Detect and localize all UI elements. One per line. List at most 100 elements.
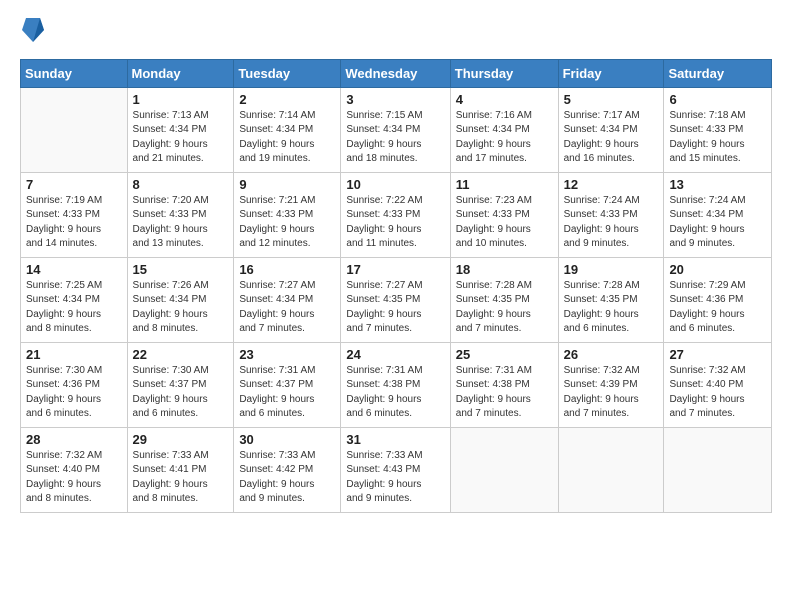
day-info: Sunrise: 7:25 AM Sunset: 4:34 PM Dayligh… xyxy=(26,279,122,337)
day-info: Sunrise: 7:19 AM Sunset: 4:33 PM Dayligh… xyxy=(26,194,122,252)
calendar-cell: 15 Sunrise: 7:26 AM Sunset: 4:34 PM Dayli… xyxy=(127,257,234,342)
day-number: 15 xyxy=(133,262,229,277)
calendar-cell: 23 Sunrise: 7:31 AM Sunset: 4:37 PM Dayli… xyxy=(234,342,341,427)
day-info: Sunrise: 7:32 AM Sunset: 4:40 PM Dayligh… xyxy=(669,364,766,422)
calendar-cell: 14 Sunrise: 7:25 AM Sunset: 4:34 PM Dayli… xyxy=(21,257,128,342)
day-number: 9 xyxy=(239,177,335,192)
day-info: Sunrise: 7:22 AM Sunset: 4:33 PM Dayligh… xyxy=(346,194,444,252)
calendar-header-tuesday: Tuesday xyxy=(234,59,341,87)
day-number: 14 xyxy=(26,262,122,277)
day-number: 24 xyxy=(346,347,444,362)
day-info: Sunrise: 7:32 AM Sunset: 4:40 PM Dayligh… xyxy=(26,449,122,507)
day-number: 17 xyxy=(346,262,444,277)
day-number: 25 xyxy=(456,347,553,362)
day-info: Sunrise: 7:15 AM Sunset: 4:34 PM Dayligh… xyxy=(346,109,444,167)
day-number: 7 xyxy=(26,177,122,192)
day-info: Sunrise: 7:31 AM Sunset: 4:38 PM Dayligh… xyxy=(456,364,553,422)
day-number: 20 xyxy=(669,262,766,277)
day-number: 2 xyxy=(239,92,335,107)
day-number: 31 xyxy=(346,432,444,447)
calendar-cell: 7 Sunrise: 7:19 AM Sunset: 4:33 PM Daylig… xyxy=(21,172,128,257)
calendar-header-monday: Monday xyxy=(127,59,234,87)
day-info: Sunrise: 7:21 AM Sunset: 4:33 PM Dayligh… xyxy=(239,194,335,252)
day-number: 23 xyxy=(239,347,335,362)
day-info: Sunrise: 7:16 AM Sunset: 4:34 PM Dayligh… xyxy=(456,109,553,167)
day-number: 10 xyxy=(346,177,444,192)
day-info: Sunrise: 7:23 AM Sunset: 4:33 PM Dayligh… xyxy=(456,194,553,252)
calendar-cell: 17 Sunrise: 7:27 AM Sunset: 4:35 PM Dayli… xyxy=(341,257,450,342)
day-info: Sunrise: 7:27 AM Sunset: 4:34 PM Dayligh… xyxy=(239,279,335,337)
calendar-cell: 29 Sunrise: 7:33 AM Sunset: 4:41 PM Dayli… xyxy=(127,427,234,512)
calendar-cell: 11 Sunrise: 7:23 AM Sunset: 4:33 PM Dayli… xyxy=(450,172,558,257)
calendar-cell: 8Sunrise: 7:20 AM Sunset: 4:33 PM Daylig… xyxy=(127,172,234,257)
day-info: Sunrise: 7:14 AM Sunset: 4:34 PM Dayligh… xyxy=(239,109,335,167)
day-info: Sunrise: 7:32 AM Sunset: 4:39 PM Dayligh… xyxy=(564,364,659,422)
day-info: Sunrise: 7:18 AM Sunset: 4:33 PM Dayligh… xyxy=(669,109,766,167)
day-number: 26 xyxy=(564,347,659,362)
calendar-header-sunday: Sunday xyxy=(21,59,128,87)
header xyxy=(20,18,772,49)
day-info: Sunrise: 7:31 AM Sunset: 4:37 PM Dayligh… xyxy=(239,364,335,422)
calendar-cell: 20 Sunrise: 7:29 AM Sunset: 4:36 PM Dayli… xyxy=(664,257,772,342)
day-number: 16 xyxy=(239,262,335,277)
calendar-cell: 24 Sunrise: 7:31 AM Sunset: 4:38 PM Dayli… xyxy=(341,342,450,427)
day-number: 18 xyxy=(456,262,553,277)
week-row-4: 21Sunrise: 7:30 AM Sunset: 4:36 PM Dayli… xyxy=(21,342,772,427)
calendar-cell: 16 Sunrise: 7:27 AM Sunset: 4:34 PM Dayli… xyxy=(234,257,341,342)
calendar-header-row: SundayMondayTuesdayWednesdayThursdayFrid… xyxy=(21,59,772,87)
day-number: 5 xyxy=(564,92,659,107)
calendar-cell xyxy=(21,87,128,172)
calendar-cell: 31 Sunrise: 7:33 AM Sunset: 4:43 PM Dayli… xyxy=(341,427,450,512)
calendar-cell: 27 Sunrise: 7:32 AM Sunset: 4:40 PM Dayli… xyxy=(664,342,772,427)
day-number: 29 xyxy=(133,432,229,447)
calendar-cell: 3 Sunrise: 7:15 AM Sunset: 4:34 PM Daylig… xyxy=(341,87,450,172)
calendar-cell: 28Sunrise: 7:32 AM Sunset: 4:40 PM Dayli… xyxy=(21,427,128,512)
calendar-cell xyxy=(664,427,772,512)
day-info: Sunrise: 7:27 AM Sunset: 4:35 PM Dayligh… xyxy=(346,279,444,337)
day-info: Sunrise: 7:33 AM Sunset: 4:41 PM Dayligh… xyxy=(133,449,229,507)
logo-icon xyxy=(22,16,44,44)
day-info: Sunrise: 7:30 AM Sunset: 4:37 PM Dayligh… xyxy=(133,364,229,422)
day-info: Sunrise: 7:31 AM Sunset: 4:38 PM Dayligh… xyxy=(346,364,444,422)
calendar-table: SundayMondayTuesdayWednesdayThursdayFrid… xyxy=(20,59,772,513)
calendar-cell: 2 Sunrise: 7:14 AM Sunset: 4:34 PM Daylig… xyxy=(234,87,341,172)
logo xyxy=(20,18,44,49)
day-number: 12 xyxy=(564,177,659,192)
day-info: Sunrise: 7:29 AM Sunset: 4:36 PM Dayligh… xyxy=(669,279,766,337)
calendar-cell: 25 Sunrise: 7:31 AM Sunset: 4:38 PM Dayli… xyxy=(450,342,558,427)
day-number: 30 xyxy=(239,432,335,447)
week-row-3: 14 Sunrise: 7:25 AM Sunset: 4:34 PM Dayli… xyxy=(21,257,772,342)
day-number: 13 xyxy=(669,177,766,192)
calendar-cell xyxy=(558,427,664,512)
day-number: 11 xyxy=(456,177,553,192)
calendar-cell: 26 Sunrise: 7:32 AM Sunset: 4:39 PM Dayli… xyxy=(558,342,664,427)
week-row-5: 28Sunrise: 7:32 AM Sunset: 4:40 PM Dayli… xyxy=(21,427,772,512)
page: SundayMondayTuesdayWednesdayThursdayFrid… xyxy=(0,0,792,612)
day-info: Sunrise: 7:24 AM Sunset: 4:34 PM Dayligh… xyxy=(669,194,766,252)
day-number: 21 xyxy=(26,347,122,362)
calendar-cell: 18 Sunrise: 7:28 AM Sunset: 4:35 PM Dayli… xyxy=(450,257,558,342)
day-number: 19 xyxy=(564,262,659,277)
day-number: 3 xyxy=(346,92,444,107)
day-info: Sunrise: 7:33 AM Sunset: 4:43 PM Dayligh… xyxy=(346,449,444,507)
day-info: Sunrise: 7:17 AM Sunset: 4:34 PM Dayligh… xyxy=(564,109,659,167)
day-info: Sunrise: 7:33 AM Sunset: 4:42 PM Dayligh… xyxy=(239,449,335,507)
calendar-cell: 19 Sunrise: 7:28 AM Sunset: 4:35 PM Dayli… xyxy=(558,257,664,342)
calendar-cell xyxy=(450,427,558,512)
day-number: 27 xyxy=(669,347,766,362)
calendar-cell: 4Sunrise: 7:16 AM Sunset: 4:34 PM Daylig… xyxy=(450,87,558,172)
day-info: Sunrise: 7:28 AM Sunset: 4:35 PM Dayligh… xyxy=(564,279,659,337)
week-row-1: 1 Sunrise: 7:13 AM Sunset: 4:34 PM Daylig… xyxy=(21,87,772,172)
calendar-cell: 12Sunrise: 7:24 AM Sunset: 4:33 PM Dayli… xyxy=(558,172,664,257)
day-info: Sunrise: 7:26 AM Sunset: 4:34 PM Dayligh… xyxy=(133,279,229,337)
day-info: Sunrise: 7:13 AM Sunset: 4:34 PM Dayligh… xyxy=(133,109,229,167)
calendar-header-thursday: Thursday xyxy=(450,59,558,87)
calendar-cell: 10 Sunrise: 7:22 AM Sunset: 4:33 PM Dayli… xyxy=(341,172,450,257)
calendar-cell: 13 Sunrise: 7:24 AM Sunset: 4:34 PM Dayli… xyxy=(664,172,772,257)
calendar-cell: 5 Sunrise: 7:17 AM Sunset: 4:34 PM Daylig… xyxy=(558,87,664,172)
calendar-cell: 6 Sunrise: 7:18 AM Sunset: 4:33 PM Daylig… xyxy=(664,87,772,172)
day-number: 1 xyxy=(133,92,229,107)
day-number: 6 xyxy=(669,92,766,107)
day-info: Sunrise: 7:28 AM Sunset: 4:35 PM Dayligh… xyxy=(456,279,553,337)
week-row-2: 7 Sunrise: 7:19 AM Sunset: 4:33 PM Daylig… xyxy=(21,172,772,257)
